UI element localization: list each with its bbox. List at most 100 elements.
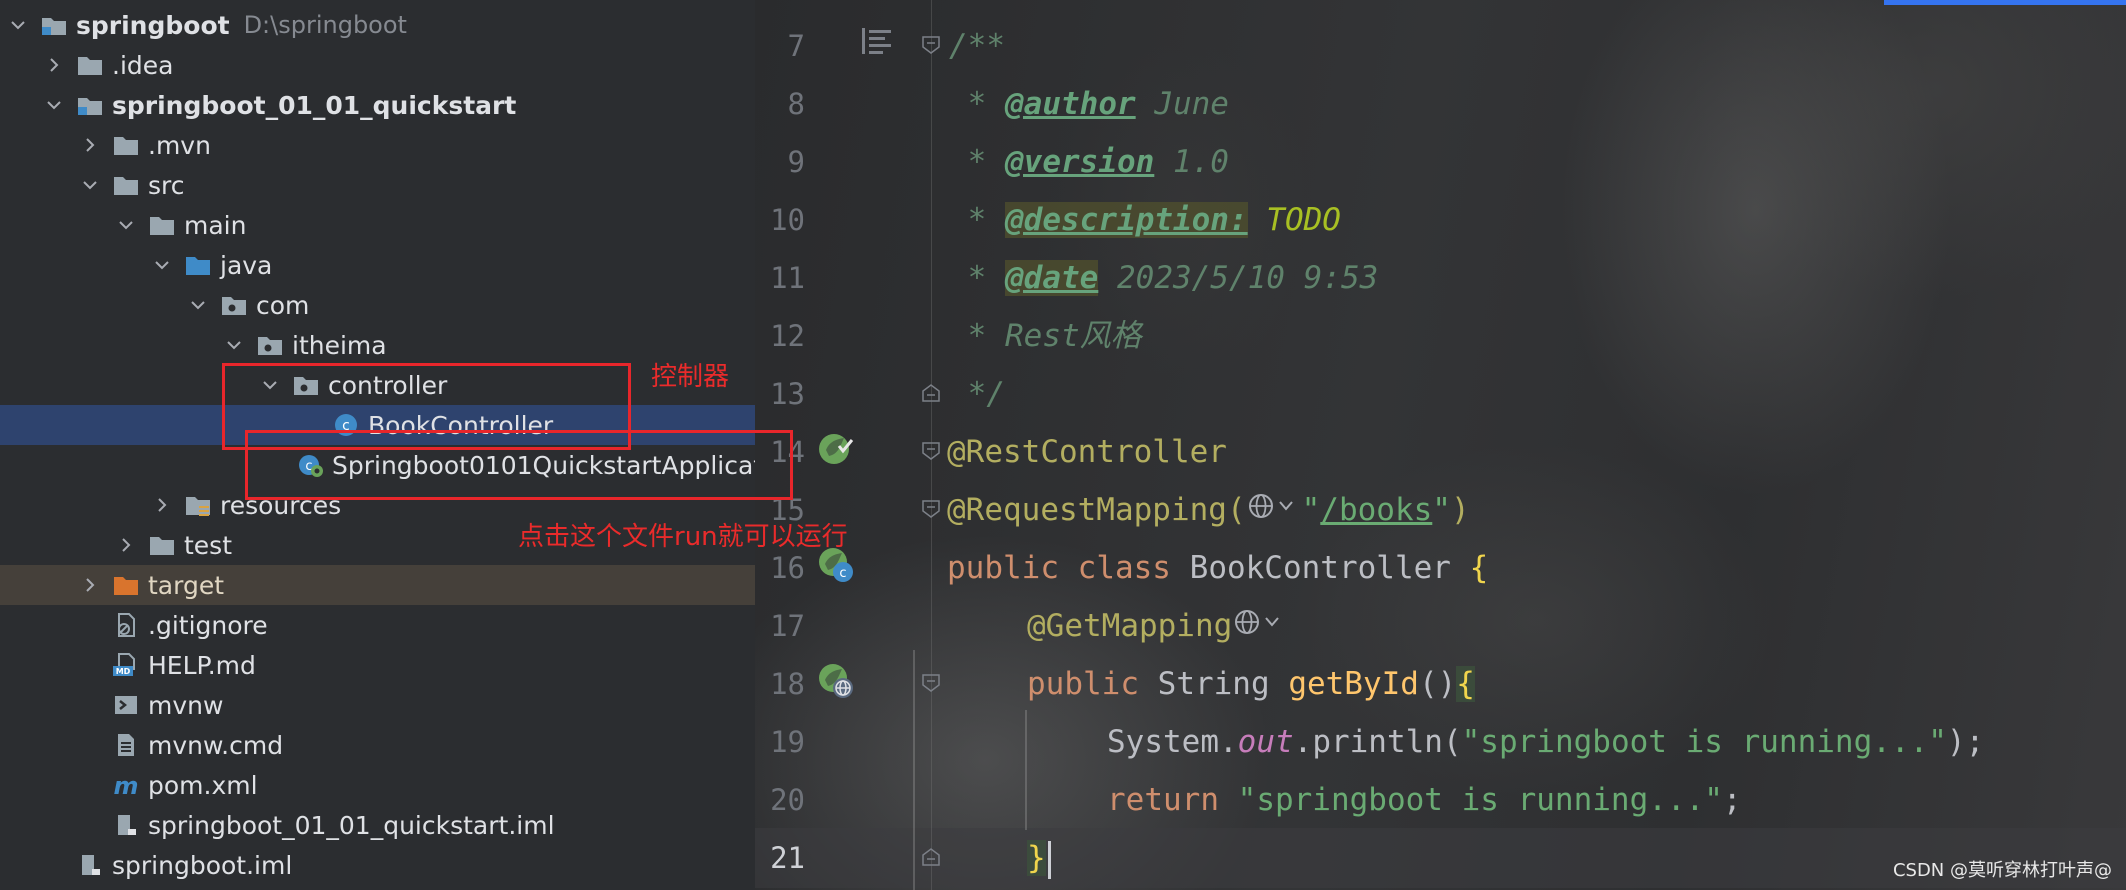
keyword-token: public [947, 550, 1059, 586]
line-number: 17 [770, 609, 805, 643]
controller-note: 控制器 [651, 362, 730, 392]
line-number: 12 [770, 319, 805, 353]
tree-item-help-md[interactable]: MD HELP.md [0, 645, 755, 685]
chevron-right-icon[interactable] [44, 55, 64, 75]
code-line[interactable]: @RestController [947, 423, 1227, 481]
chevron-down-icon[interactable] [44, 95, 64, 115]
text-caret [1047, 840, 1051, 879]
tree-item-label: springboot_01_01_quickstart.iml [148, 810, 555, 840]
markdown-file-icon: MD [112, 653, 140, 677]
ignore-file-icon [112, 613, 140, 637]
svg-text:MD: MD [116, 667, 131, 676]
javadoc-tag: @description: [1005, 202, 1248, 238]
module-folder-icon [76, 93, 104, 117]
tree-item-src[interactable]: src [0, 165, 755, 205]
line-number: 9 [787, 145, 805, 179]
url-inlay-icon[interactable] [1246, 483, 1302, 541]
reader-mode-icon[interactable] [860, 26, 894, 56]
fold-end-icon[interactable] [921, 847, 941, 867]
chevron-right-icon[interactable] [80, 575, 100, 595]
code-line[interactable]: * @version 1.0 [949, 133, 1229, 191]
folder-icon [148, 533, 176, 557]
spring-bean-icon[interactable] [817, 430, 855, 468]
code-line[interactable]: * Rest风格 [949, 307, 1142, 365]
tree-item-gitignore[interactable]: .gitignore [0, 605, 755, 645]
tree-item-idea[interactable]: .idea [0, 45, 755, 85]
tree-item-com[interactable]: com [0, 285, 755, 325]
package-icon [256, 333, 284, 357]
tree-item-root-iml[interactable]: springboot.iml [0, 845, 755, 885]
code-line[interactable]: * @description: TODO [949, 191, 1341, 249]
line-number: 13 [770, 377, 805, 411]
tree-item-target[interactable]: target [0, 565, 755, 605]
chevron-down-icon[interactable] [8, 15, 28, 35]
text-file-icon [112, 733, 140, 757]
tree-item-label: .idea [112, 50, 174, 80]
project-path: D:\springboot [243, 11, 407, 39]
fold-marker-icon[interactable] [921, 441, 941, 461]
code-token: System. [1107, 724, 1238, 760]
indent-guide [1025, 710, 1027, 830]
code-token: * [949, 202, 1005, 238]
code-line[interactable]: @RequestMapping("/books") [947, 481, 1470, 539]
request-mapping-icon[interactable] [817, 662, 855, 700]
tree-item-itheima[interactable]: itheima [0, 325, 755, 365]
tree-item-label: springboot_01_01_quickstart [112, 90, 517, 120]
code-line[interactable]: public String getById(){ [1027, 655, 1475, 713]
fold-marker-icon[interactable] [921, 673, 941, 693]
resources-folder-icon [184, 493, 212, 517]
tree-item-main[interactable]: main [0, 205, 755, 245]
code-token: " [1301, 492, 1321, 528]
chevron-down-icon[interactable] [116, 215, 136, 235]
chevron-right-icon[interactable] [80, 135, 100, 155]
code-line[interactable]: } [1027, 829, 1051, 887]
tree-item-mvn[interactable]: .mvn [0, 125, 755, 165]
code-line[interactable]: return "springboot is running..."; [1107, 771, 1742, 829]
tree-item-label: .mvn [148, 130, 211, 160]
annotation-token: @RequestMapping( [947, 492, 1246, 528]
chevron-down-icon[interactable] [188, 295, 208, 315]
code-editor[interactable]: 7 8 9 10 11 12 13 14 15 16 17 18 19 20 2… [755, 0, 2126, 890]
code-line[interactable]: */ [949, 365, 1005, 423]
folder-icon [112, 133, 140, 157]
watermark: CSDN @莫听穿林打叶声@ [1892, 860, 2112, 881]
chevron-down-icon[interactable] [80, 175, 100, 195]
tree-item-springboot[interactable]: springboot D:\springboot [0, 5, 755, 45]
tree-item-mvnw-cmd[interactable]: mvnw.cmd [0, 725, 755, 765]
iml-file-icon [76, 853, 104, 877]
tree-item-mvnw[interactable]: mvnw [0, 685, 755, 725]
line-number: 19 [770, 725, 805, 759]
todo-token: TODO [1247, 202, 1341, 238]
field-token: out [1237, 724, 1294, 760]
tree-item-pom-xml[interactable]: m pom.xml [0, 765, 755, 805]
code-token: .println( [1293, 724, 1462, 760]
chevron-right-icon[interactable] [152, 495, 172, 515]
run-note: 点击这个文件run就可以运行 [518, 522, 848, 552]
url-path-link[interactable]: /books [1320, 492, 1432, 528]
code-token: " [1432, 492, 1451, 528]
fold-end-icon[interactable] [921, 383, 941, 403]
code-line[interactable]: public class BookController { [947, 539, 1488, 597]
chevron-down-icon[interactable] [152, 255, 172, 275]
tree-item-label: HELP.md [148, 650, 256, 680]
code-line[interactable]: System.out.println("springboot is runnin… [1107, 713, 1984, 771]
fold-marker-icon[interactable] [921, 499, 941, 519]
folder-icon [112, 173, 140, 197]
chevron-down-icon[interactable] [224, 335, 244, 355]
tree-item-java[interactable]: java [0, 245, 755, 285]
tree-item-label: target [148, 570, 225, 600]
tree-item-module[interactable]: springboot_01_01_quickstart [0, 85, 755, 125]
brace-token: } [1027, 840, 1046, 876]
annotation-token: @GetMapping [1027, 608, 1233, 644]
line-number: 7 [787, 29, 805, 63]
code-line[interactable]: * @author June [949, 75, 1229, 133]
chevron-right-icon[interactable] [116, 535, 136, 555]
tree-item-label: springboot.iml [112, 850, 293, 880]
fold-marker-icon[interactable] [921, 35, 941, 55]
code-line[interactable]: @GetMapping [1027, 597, 1288, 655]
tree-item-module-iml[interactable]: springboot_01_01_quickstart.iml [0, 805, 755, 845]
url-inlay-icon[interactable] [1232, 599, 1288, 657]
code-line[interactable]: * @date 2023/5/10 9:53 [949, 249, 1378, 307]
code-line[interactable]: /** [949, 17, 1005, 75]
javadoc-tag: @version [1005, 144, 1155, 180]
